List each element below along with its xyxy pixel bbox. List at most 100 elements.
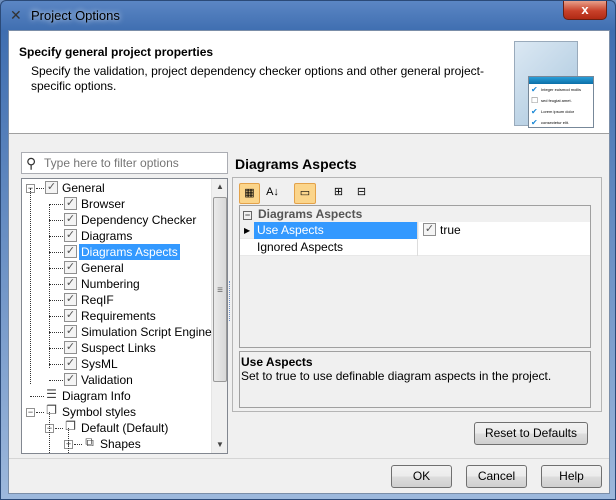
- checkbox-icon[interactable]: ✓: [45, 181, 58, 194]
- tree-item[interactable]: + ⧉ Shapes: [22, 436, 210, 452]
- tree-item[interactable]: ✓ Browser: [22, 196, 210, 212]
- property-value[interactable]: ✓ true: [419, 222, 590, 239]
- expand-all-button[interactable]: ⊞: [328, 183, 349, 204]
- property-value[interactable]: [419, 239, 423, 256]
- tree-item-label: General: [81, 261, 124, 275]
- checkbox-icon[interactable]: ✓: [64, 293, 77, 306]
- checkbox-icon[interactable]: ✓: [64, 309, 77, 322]
- tree-item[interactable]: ✓ General: [22, 260, 210, 276]
- tree-item-label: Shapes: [100, 437, 141, 451]
- tree-connector: [49, 364, 63, 365]
- checkbox-icon[interactable]: ✓: [64, 245, 77, 258]
- property-grid: − Diagrams Aspects ▶ Use Aspects ✓ true Ig…: [239, 205, 591, 348]
- tree-item-label: Diagrams: [81, 229, 133, 243]
- tree-connector: [49, 316, 63, 317]
- tree-item[interactable]: ☰ Diagram Info: [22, 388, 210, 404]
- tree-item-label: ReqIF: [81, 293, 114, 307]
- reset-to-defaults-button[interactable]: Reset to Defaults: [474, 422, 588, 445]
- splitter-handle[interactable]: [229, 281, 230, 321]
- tree-item[interactable]: ✓ ReqIF: [22, 292, 210, 308]
- search-icon: ⚲: [26, 155, 37, 171]
- tree-item-label: Requirements: [81, 309, 156, 323]
- tree-item-label: Diagram Info: [62, 389, 131, 403]
- tree-connector: [49, 268, 63, 269]
- collapse-icon[interactable]: −: [26, 408, 35, 417]
- grid-row-use-aspects[interactable]: ▶ Use Aspects ✓ true: [240, 222, 590, 239]
- tree-connector: [36, 412, 44, 413]
- tree-item-label: Numbering: [81, 277, 140, 291]
- header-panel: Specify general project properties Speci…: [9, 31, 609, 134]
- checkbox-icon[interactable]: ✓: [64, 229, 77, 242]
- checkbox-icon[interactable]: ✓: [64, 197, 77, 210]
- tree-item-label: Diagrams Aspects: [79, 244, 180, 260]
- title-bar: ✕ Project Options x: [1, 1, 616, 29]
- options-tree[interactable]: ▲ ≡ ▼ − ✓ General ✓ Browser ✓ Dependency Check…: [21, 178, 228, 454]
- grid-category[interactable]: − Diagrams Aspects: [240, 206, 590, 222]
- ok-button[interactable]: OK: [391, 465, 452, 488]
- description-title: Use Aspects: [241, 355, 313, 369]
- tree-item[interactable]: − ❐ Default (Default): [22, 420, 210, 436]
- tree-item-label: Default (Default): [81, 421, 169, 435]
- tree-connector: [49, 380, 63, 381]
- tree-scrollbar[interactable]: ▲ ≡ ▼: [211, 179, 227, 453]
- tree-item[interactable]: ✓ Simulation Script Engine: [22, 324, 212, 340]
- property-panel: ▦ A↓ ▭ ⊞ ⊟ − Diagrams Aspects ▶ Use Aspec…: [232, 177, 602, 412]
- dialog-window: ✕ Project Options x Specify general proj…: [0, 0, 616, 500]
- checkbox-icon[interactable]: ✓: [64, 261, 77, 274]
- tree-item-label: Simulation Script Engine: [81, 325, 212, 339]
- checkbox-icon[interactable]: ✓: [64, 325, 77, 338]
- scroll-thumb[interactable]: ≡: [213, 197, 227, 382]
- tree-item[interactable]: ✓ Suspect Links: [22, 340, 210, 356]
- show-description-button[interactable]: ▭: [294, 183, 316, 204]
- collapse-all-button[interactable]: ⊟: [351, 183, 372, 204]
- checkbox-icon[interactable]: ✓: [64, 277, 77, 290]
- help-button[interactable]: Help: [541, 465, 602, 488]
- tree-connector: [49, 204, 63, 205]
- checkbox-icon[interactable]: ✓: [64, 373, 77, 386]
- tree-item[interactable]: ✓ Diagrams Aspects: [22, 244, 210, 260]
- property-value-text: true: [440, 223, 461, 237]
- tree-item[interactable]: ✓ Validation: [22, 372, 210, 388]
- tree-guide-line: [68, 428, 69, 453]
- tree-item-label: Validation: [81, 373, 133, 387]
- tree-item-label: General: [62, 181, 105, 195]
- sort-alphabetical-button[interactable]: A↓: [262, 183, 283, 204]
- tree-item[interactable]: ✓ Diagrams: [22, 228, 210, 244]
- collapse-icon[interactable]: −: [243, 211, 252, 220]
- scroll-down-icon[interactable]: ▼: [216, 440, 224, 449]
- tree-item[interactable]: ✓ Requirements: [22, 308, 210, 324]
- illustration-item: Integer euismod mollis: [529, 84, 593, 95]
- tree-connector: [49, 332, 63, 333]
- illustration-item: Lorem ipsum dolor: [529, 106, 593, 117]
- tree-item[interactable]: ✓ Dependency Checker: [22, 212, 210, 228]
- tree-item[interactable]: − ✓ General: [22, 180, 210, 196]
- tree-connector: [36, 188, 44, 189]
- cancel-button[interactable]: Cancel: [466, 465, 527, 488]
- row-pointer-icon: ▶: [244, 226, 251, 235]
- categorized-view-button[interactable]: ▦: [239, 183, 260, 204]
- tree-item[interactable]: ✓ Numbering: [22, 276, 210, 292]
- tree-guide-line: [49, 204, 50, 368]
- header-illustration-card: Integer euismod mollis sed feugiat amet.…: [528, 76, 594, 128]
- styles-icon: ❐: [65, 419, 76, 433]
- tree-connector: [49, 300, 63, 301]
- property-name: Use Aspects: [254, 222, 418, 239]
- tree-item-label: Browser: [81, 197, 126, 211]
- tree-item-label: Symbol styles: [62, 405, 137, 419]
- use-aspects-checkbox[interactable]: ✓: [423, 223, 436, 237]
- tree-connector: [49, 220, 63, 221]
- close-button[interactable]: x: [563, 1, 607, 20]
- tree-item[interactable]: − ❐ Symbol styles: [22, 404, 210, 420]
- checkbox-icon[interactable]: ✓: [64, 341, 77, 354]
- description-text: Set to true to use definable diagram asp…: [241, 369, 552, 383]
- styles-icon: ❐: [46, 403, 57, 417]
- tree-item-label: Suspect Links: [81, 341, 156, 355]
- filter-box[interactable]: ⚲: [21, 152, 228, 174]
- checkbox-icon[interactable]: ✓: [64, 213, 77, 226]
- checkbox-icon[interactable]: ✓: [64, 357, 77, 370]
- illustration-item: consectetur elit.: [529, 117, 593, 128]
- grid-row-ignored-aspects[interactable]: Ignored Aspects: [240, 239, 590, 256]
- tree-item[interactable]: ✓ SysML: [22, 356, 210, 372]
- scroll-up-icon[interactable]: ▲: [216, 182, 224, 191]
- filter-input[interactable]: [44, 156, 224, 170]
